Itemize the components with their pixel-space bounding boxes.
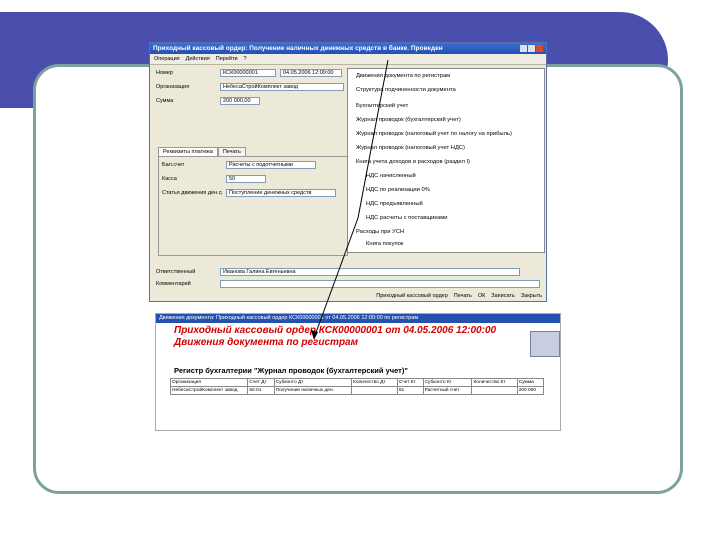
cash-field[interactable]: 50 bbox=[226, 175, 266, 183]
org-field[interactable]: НебесаСтройКомплект завод bbox=[220, 83, 344, 91]
date-field[interactable]: 04.05.2006 12:00:00 bbox=[280, 69, 342, 77]
table-cell: 51 bbox=[396, 386, 424, 395]
bottom-bar: Приходный кассовый ордер Печать ОК Запис… bbox=[150, 291, 546, 301]
menu-goto[interactable]: Перейти bbox=[216, 56, 238, 62]
ok-button[interactable]: ОК bbox=[478, 293, 485, 299]
table-cell bbox=[471, 386, 518, 395]
table-cell: Расчетный счет bbox=[422, 386, 473, 395]
responsible-label: Ответственный bbox=[156, 269, 196, 275]
maximize-icon[interactable] bbox=[528, 45, 535, 52]
comment-field[interactable] bbox=[220, 280, 540, 288]
window-title: Приходный кассовый ордер: Получение нали… bbox=[153, 45, 443, 52]
col-header: Количество Кт bbox=[471, 378, 518, 387]
purpose-label: Статья движения ден.средств bbox=[162, 190, 222, 196]
table-header-row: Организация Счет Дт Субконто Дт Количест… bbox=[169, 378, 545, 387]
menu-item[interactable]: Структура подчиненности документа bbox=[356, 87, 456, 93]
table-cell: 50.01 bbox=[247, 386, 275, 395]
purpose-field[interactable]: Поступление денежных средств bbox=[226, 189, 336, 197]
sum-field[interactable]: 200 000,00 bbox=[220, 97, 260, 105]
report-heading: Приходный кассовый ордер КСК00000001 от … bbox=[174, 325, 497, 336]
minimize-icon[interactable] bbox=[520, 45, 527, 52]
menu-item[interactable]: Журнал проводок (налоговый учет НДС) bbox=[356, 145, 465, 151]
tab-print[interactable]: Печать bbox=[217, 147, 246, 156]
table-cell bbox=[351, 386, 398, 395]
menu-item[interactable]: Движения документа по регистрам bbox=[356, 73, 450, 79]
report-window: Движения документа: Приходный кассовый о… bbox=[155, 313, 561, 431]
menu-item[interactable]: Книга учета доходов и расходов (раздел I… bbox=[356, 159, 470, 165]
menu-item[interactable]: НДС предъявленный bbox=[366, 201, 423, 207]
postings-table: Организация Счет Дт Субконто Дт Количест… bbox=[169, 378, 545, 395]
menu-item[interactable]: Бухгалтерский учет bbox=[356, 103, 408, 109]
col-header: Счет Кт bbox=[396, 378, 424, 387]
menu-help[interactable]: ? bbox=[244, 56, 247, 62]
tab-strip: Реквизиты платежа Печать bbox=[158, 147, 246, 156]
number-field[interactable]: КСК00000001 bbox=[220, 69, 276, 77]
register-heading: Регистр бухгалтерии "Журнал проводок (бу… bbox=[174, 366, 408, 375]
sum-label: Сумма bbox=[156, 98, 174, 104]
menu-item[interactable]: НДС по реализации 0% bbox=[366, 187, 430, 193]
print-button[interactable]: Печать bbox=[454, 293, 472, 299]
number-label: Номер bbox=[156, 70, 173, 76]
org-label: Организация bbox=[156, 84, 190, 90]
comment-label: Комментарий bbox=[156, 281, 191, 287]
save-button[interactable]: Записать bbox=[491, 293, 515, 299]
tab-details[interactable]: Реквизиты платежа bbox=[158, 147, 218, 156]
col-header: Субконто Кт bbox=[422, 378, 473, 387]
responsible-field[interactable]: Иванова Галина Евгеньевна bbox=[220, 268, 520, 276]
col-header: Сумма bbox=[516, 378, 545, 387]
menu-actions[interactable]: Действия bbox=[186, 56, 210, 62]
menu-item[interactable]: Расходы при УСН bbox=[356, 229, 404, 235]
col-header: Субконто Дт bbox=[273, 378, 353, 387]
report-side-panel bbox=[530, 331, 560, 357]
menu-item[interactable]: Журнал проводок (бухгалтерский учет) bbox=[356, 117, 461, 123]
menu-item[interactable]: Журнал проводок (налоговый учет по налог… bbox=[356, 131, 512, 137]
report-titlebar: Движения документа: Приходный кассовый о… bbox=[156, 314, 560, 323]
tab-panel bbox=[158, 156, 348, 256]
account-field[interactable]: Расчеты с подотчетными bbox=[226, 161, 316, 169]
menu-item[interactable]: Книга покупок bbox=[366, 241, 403, 247]
table-row: НебесаСтройКомплект завод 50.01 Получени… bbox=[169, 386, 545, 395]
col-header: Счет Дт bbox=[247, 378, 275, 387]
print-form-button[interactable]: Приходный кассовый ордер bbox=[376, 293, 448, 299]
window-titlebar: Приходный кассовый ордер: Получение нали… bbox=[150, 43, 546, 54]
close-icon[interactable] bbox=[536, 45, 543, 52]
col-header: Организация bbox=[169, 378, 249, 387]
table-cell: Получение наличных ден. bbox=[273, 386, 353, 395]
menu-bar: Операция Действия Перейти ? bbox=[150, 54, 546, 65]
menu-operation[interactable]: Операция bbox=[154, 56, 180, 62]
report-subheading: Движения документа по регистрам bbox=[174, 337, 359, 348]
cash-label: Касса bbox=[162, 176, 177, 182]
goto-dropdown-menu: Движения документа по регистрам Структур… bbox=[347, 68, 545, 253]
table-cell: НебесаСтройКомплект завод bbox=[169, 386, 249, 395]
menu-item[interactable]: НДС расчеты с поставщиками bbox=[366, 215, 447, 221]
close-button[interactable]: Закрыть bbox=[521, 293, 542, 299]
menu-item[interactable]: НДС начисленный bbox=[366, 173, 416, 179]
col-header: Количество Дт bbox=[351, 378, 398, 387]
table-cell: 200 000 bbox=[516, 386, 545, 395]
account-label: Бал.счет bbox=[162, 162, 185, 168]
